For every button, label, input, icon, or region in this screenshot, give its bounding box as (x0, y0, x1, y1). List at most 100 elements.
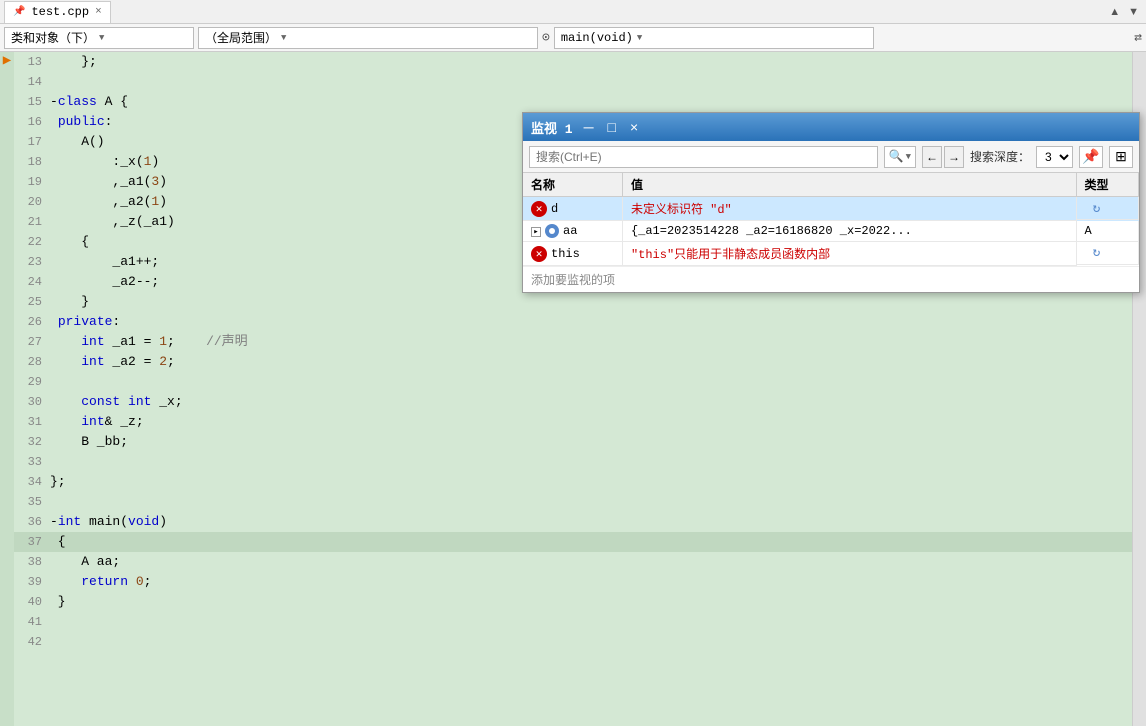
line-text[interactable]: } (50, 292, 1132, 312)
line-number: 31 (14, 412, 50, 432)
line-text[interactable]: B _bb; (50, 432, 1132, 452)
watch-cell-name: ▸aa (523, 221, 622, 242)
watch-title: 监视 1 (531, 118, 573, 137)
line-number: 39 (14, 572, 50, 592)
tab-nav: ▲ ▼ (1106, 6, 1142, 18)
code-line-14: 14 (14, 72, 1132, 92)
line-text[interactable]: A aa; (50, 552, 1132, 572)
watch-title-bar: 监视 1 ─ □ × (523, 113, 1139, 141)
line-number: 22 (14, 232, 50, 252)
settings-icon[interactable]: ⇄ (1134, 30, 1142, 45)
watch-add-hint[interactable]: 添加要监视的项 (523, 266, 1139, 292)
line-number: 37 (14, 532, 50, 552)
watch-restore-button[interactable]: □ (605, 120, 619, 134)
watch-close-button[interactable]: × (627, 120, 641, 134)
func-dropdown-chevron: ▼ (637, 33, 642, 43)
watch-search-input[interactable] (529, 146, 878, 168)
search-icon: 🔍 (889, 149, 904, 164)
line-text[interactable]: -class A { (50, 92, 1132, 112)
line-text[interactable]: return 0; (50, 572, 1132, 592)
watch-row[interactable]: ✕this"this"只能用于非静态成员函数内部 ↻ (523, 242, 1139, 266)
tab-nav-down[interactable]: ▼ (1125, 6, 1142, 18)
refresh-icon[interactable]: ↻ (1089, 245, 1105, 261)
nav-back-button[interactable]: ← (922, 146, 942, 168)
watch-minimize-button[interactable]: ─ (581, 120, 597, 134)
watch-cell-name: ✕this (523, 242, 622, 266)
search-chevron: ▼ (906, 152, 911, 162)
line-number: 17 (14, 132, 50, 152)
line-number: 18 (14, 152, 50, 172)
watch-expand-button[interactable]: ⊞ (1109, 146, 1133, 168)
code-line-35: 35 (14, 492, 1132, 512)
code-line-33: 33 (14, 452, 1132, 472)
code-line-39: 39 return 0; (14, 572, 1132, 592)
code-line-40: 40 } (14, 592, 1132, 612)
watch-panel: 监视 1 ─ □ × 🔍 ▼ ← → 搜索深度： 3 1 2 4 5 (522, 112, 1140, 293)
func-dropdown-label: main(void) (561, 31, 633, 45)
code-line-38: 38 A aa; (14, 552, 1132, 572)
watch-cell-type: ↻ (1077, 197, 1139, 220)
editor-area: ▶ 13 };1415-class A {16 public:17 A()18 … (0, 52, 1146, 726)
line-number: 23 (14, 252, 50, 272)
watch-cell-type: A (1077, 221, 1139, 242)
code-line-31: 31 int& _z; (14, 412, 1132, 432)
watch-cell-value: "this"只能用于非静态成员函数内部 (622, 242, 1076, 266)
watch-pin-button[interactable]: 📌 (1079, 146, 1103, 168)
code-line-28: 28 int _a2 = 2; (14, 352, 1132, 372)
error-icon: ✕ (531, 201, 547, 217)
line-text[interactable]: int& _z; (50, 412, 1132, 432)
line-text[interactable]: int _a1 = 1; //声明 (50, 332, 1132, 352)
line-text[interactable]: const int _x; (50, 392, 1132, 412)
code-line-15: 15-class A { (14, 92, 1132, 112)
watch-cell-type: ↻ (1077, 242, 1139, 265)
file-tab[interactable]: 📌 test.cpp × (4, 1, 111, 23)
func-dropdown[interactable]: main(void) ▼ (554, 27, 874, 49)
code-line-37: 37 { (14, 532, 1132, 552)
scope-dropdown[interactable]: （全局范围） ▼ (198, 27, 538, 49)
watch-search-bar: 🔍 ▼ ← → 搜索深度： 3 1 2 4 5 📌 ⊞ (523, 141, 1139, 173)
refresh-icon[interactable]: ↻ (1089, 200, 1105, 216)
scope-dropdown-label: （全局范围） (205, 29, 277, 46)
watch-row[interactable]: ▸aa{_a1=2023514228 _a2=16186820 _x=2022.… (523, 221, 1139, 242)
class-dropdown[interactable]: 类和对象（下） ▼ (4, 27, 194, 49)
code-line-41: 41 (14, 612, 1132, 632)
col-name-header: 名称 (523, 173, 622, 197)
watch-cell-value: 未定义标识符 "d" (622, 197, 1076, 221)
tab-bar: 📌 test.cpp × ▲ ▼ (0, 0, 1146, 24)
line-number: 38 (14, 552, 50, 572)
code-line-32: 32 B _bb; (14, 432, 1132, 452)
nav-fwd-button[interactable]: → (944, 146, 964, 168)
watch-search-button[interactable]: 🔍 ▼ (884, 146, 916, 168)
toolbar: 类和对象（下） ▼ （全局范围） ▼ ⊙ main(void) ▼ ⇄ (0, 24, 1146, 52)
line-number: 42 (14, 632, 50, 652)
line-number: 26 (14, 312, 50, 332)
expand-icon[interactable]: ▸ (531, 227, 541, 237)
line-number: 34 (14, 472, 50, 492)
watch-name-text: this (551, 247, 580, 261)
code-line-26: 26 private: (14, 312, 1132, 332)
line-text[interactable]: { (50, 532, 1132, 552)
nav-arrows: ← → (922, 146, 964, 168)
watch-row[interactable]: ✕d未定义标识符 "d"↻ (523, 197, 1139, 221)
line-text[interactable]: }; (50, 472, 1132, 492)
line-text[interactable]: } (50, 592, 1132, 612)
watch-cell-value: {_a1=2023514228 _a2=16186820 _x=2022... (622, 221, 1076, 242)
line-number: 35 (14, 492, 50, 512)
line-text[interactable]: }; (50, 52, 1132, 72)
tab-nav-up[interactable]: ▲ (1106, 6, 1123, 18)
depth-select[interactable]: 3 1 2 4 5 (1036, 146, 1073, 168)
code-line-25: 25 } (14, 292, 1132, 312)
tab-close-button[interactable]: × (95, 6, 102, 18)
line-text[interactable]: -int main(void) (50, 512, 1132, 532)
line-number: 13 (14, 52, 50, 72)
line-number: 40 (14, 592, 50, 612)
line-text[interactable]: private: (50, 312, 1132, 332)
line-number: 20 (14, 192, 50, 212)
line-number: 33 (14, 452, 50, 472)
line-text[interactable]: int _a2 = 2; (50, 352, 1132, 372)
scope-dropdown-chevron: ▼ (281, 33, 286, 43)
line-number: 14 (14, 72, 50, 92)
code-line-30: 30 const int _x; (14, 392, 1132, 412)
left-gutter: ▶ (0, 52, 14, 726)
line-number: 30 (14, 392, 50, 412)
